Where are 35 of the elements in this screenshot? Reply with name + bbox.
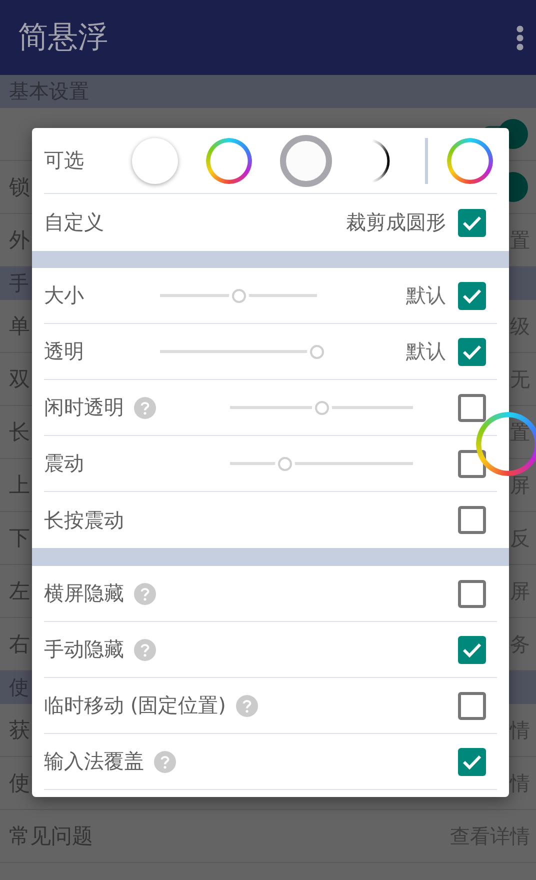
check-icon: [462, 642, 482, 658]
slider-thumb[interactable]: [232, 288, 246, 302]
checkbox[interactable]: [458, 692, 486, 720]
default-label: 默认: [406, 282, 446, 309]
checkbox[interactable]: [458, 338, 486, 366]
row-label: 输入法覆盖: [44, 748, 144, 775]
app-title: 简悬浮: [18, 19, 108, 57]
check-icon: [462, 754, 482, 770]
checkbox[interactable]: [458, 506, 486, 534]
row-label: 震动: [44, 450, 84, 477]
slider-thumb[interactable]: [314, 400, 328, 414]
check-icon: [462, 214, 482, 230]
more-icon[interactable]: [516, 24, 524, 50]
checkbox[interactable]: [458, 394, 486, 422]
row-label: 大小: [44, 282, 84, 309]
checkbox[interactable]: [458, 208, 486, 236]
checkbox[interactable]: [458, 580, 486, 608]
row-label: 长按震动: [44, 506, 124, 534]
default-label: 默认: [406, 338, 446, 365]
checkbox[interactable]: [458, 748, 486, 776]
check-icon: [462, 288, 482, 304]
checkbox[interactable]: [458, 282, 486, 310]
row-label: 闲时透明: [44, 394, 124, 421]
current-ball-style[interactable]: [447, 138, 493, 184]
row-label: 可选: [44, 147, 84, 174]
option-label: 裁剪成圆形: [346, 209, 446, 236]
slider-thumb[interactable]: [278, 456, 292, 470]
row-label: 透明: [44, 338, 84, 365]
row-label: 临时移动 (固定位置): [44, 692, 226, 719]
slider-thumb[interactable]: [310, 344, 324, 358]
row-label: 手动隐藏: [44, 636, 124, 663]
check-icon: [462, 344, 482, 360]
row-label: 自定义: [44, 209, 104, 236]
row-label: 横屏隐藏: [44, 580, 124, 607]
checkbox[interactable]: [458, 636, 486, 664]
